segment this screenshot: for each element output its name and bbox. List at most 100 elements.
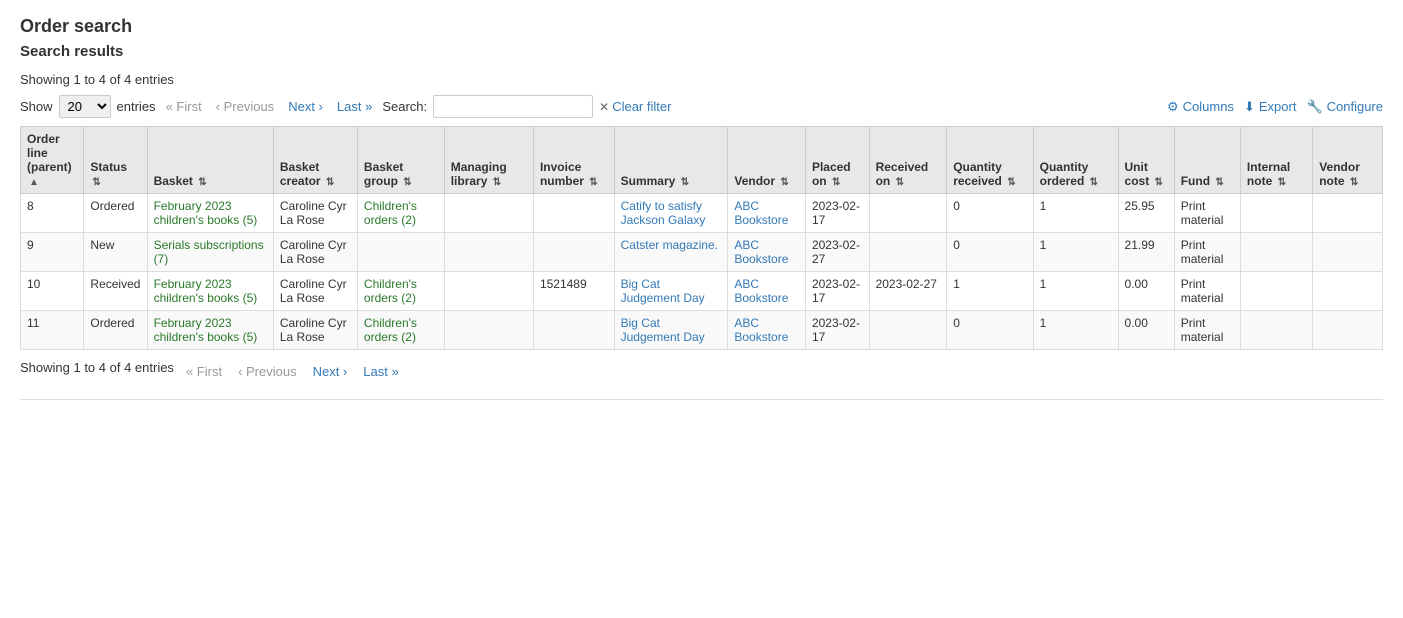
- table-cell[interactable]: February 2023 children's books (5): [147, 194, 273, 233]
- table-link[interactable]: ABC Bookstore: [734, 277, 788, 305]
- search-label: Search:: [382, 99, 427, 114]
- table-cell: Print material: [1174, 311, 1240, 350]
- table-cell[interactable]: Big Cat Judgement Day: [614, 272, 728, 311]
- previous-button-top[interactable]: ‹ Previous: [212, 97, 279, 116]
- table-cell: 2023-02-27: [869, 272, 947, 311]
- configure-button[interactable]: 🔧 Configure: [1306, 99, 1383, 115]
- table-cell: 8: [21, 194, 84, 233]
- export-button[interactable]: ⬇ Export: [1244, 99, 1296, 115]
- table-cell: [1240, 233, 1312, 272]
- table-cell[interactable]: ABC Bookstore: [728, 272, 806, 311]
- table-cell: 2023-02-17: [805, 194, 869, 233]
- table-link[interactable]: ABC Bookstore: [734, 199, 788, 227]
- toolbar: Show 10 20 50 100 entries « First ‹ Prev…: [20, 95, 1383, 118]
- table-cell: 0.00: [1118, 272, 1174, 311]
- first-button-bottom[interactable]: « First: [182, 362, 226, 381]
- show-label: Show: [20, 99, 53, 114]
- table-cell: 9: [21, 233, 84, 272]
- table-link[interactable]: February 2023 children's books (5): [154, 199, 258, 227]
- table-row: 9NewSerials subscriptions (7) Caroline Cy…: [21, 233, 1383, 272]
- table-cell[interactable]: February 2023 children's books (5): [147, 311, 273, 350]
- next-button-bottom[interactable]: Next ›: [309, 362, 352, 381]
- col-managing-library[interactable]: Managing library ⇅: [444, 127, 533, 194]
- table-cell: [1313, 194, 1383, 233]
- col-basket-group[interactable]: Basket group ⇅: [357, 127, 444, 194]
- table-cell: 1: [1033, 194, 1118, 233]
- col-vendor-note[interactable]: Vendor note ⇅: [1313, 127, 1383, 194]
- last-button-bottom[interactable]: Last »: [359, 362, 402, 381]
- table-cell: 2023-02-17: [805, 272, 869, 311]
- table-cell: [1313, 233, 1383, 272]
- table-cell: [869, 194, 947, 233]
- col-placed-on[interactable]: Placed on ⇅: [805, 127, 869, 194]
- table-row: 11OrderedFebruary 2023 children's books …: [21, 311, 1383, 350]
- table-cell: 21.99: [1118, 233, 1174, 272]
- table-cell[interactable]: Big Cat Judgement Day: [614, 311, 728, 350]
- results-table: Order line(parent) ▲ Status ⇅ Basket ⇅ B…: [20, 126, 1383, 350]
- table-cell: 1: [947, 272, 1033, 311]
- col-quantity-ordered[interactable]: Quantity ordered ⇅: [1033, 127, 1118, 194]
- columns-button[interactable]: ⚙ Columns: [1167, 99, 1234, 115]
- table-cell[interactable]: Children's orders (2): [357, 311, 444, 350]
- table-link[interactable]: Big Cat Judgement Day: [621, 277, 705, 305]
- col-vendor[interactable]: Vendor ⇅: [728, 127, 806, 194]
- table-link[interactable]: Serials subscriptions (7): [154, 238, 264, 266]
- table-cell: [1313, 272, 1383, 311]
- col-received-on[interactable]: Received on ⇅: [869, 127, 947, 194]
- table-cell: 11: [21, 311, 84, 350]
- col-basket[interactable]: Basket ⇅: [147, 127, 273, 194]
- export-label: Export: [1259, 99, 1297, 114]
- col-order-line[interactable]: Order line(parent) ▲: [21, 127, 84, 194]
- table-cell[interactable]: ABC Bookstore: [728, 233, 806, 272]
- showing-info-top: Showing 1 to 4 of 4 entries: [20, 72, 1383, 87]
- table-link[interactable]: ABC Bookstore: [734, 238, 788, 266]
- table-cell[interactable]: Children's orders (2): [357, 194, 444, 233]
- table-cell: Print material: [1174, 194, 1240, 233]
- col-summary[interactable]: Summary ⇅: [614, 127, 728, 194]
- search-input[interactable]: [433, 95, 593, 118]
- table-link[interactable]: Catster magazine.: [621, 238, 718, 252]
- wrench-icon: 🔧: [1306, 99, 1322, 115]
- table-link[interactable]: ABC Bookstore: [734, 316, 788, 344]
- table-link[interactable]: Big Cat Judgement Day: [621, 316, 705, 344]
- col-status[interactable]: Status ⇅: [84, 127, 147, 194]
- table-link[interactable]: February 2023 children's books (5): [154, 277, 258, 305]
- last-button-top[interactable]: Last »: [333, 97, 376, 116]
- page-title: Order search: [20, 16, 1383, 37]
- col-basket-creator[interactable]: Basket creator ⇅: [273, 127, 357, 194]
- col-quantity-received[interactable]: Quantity received ⇅: [947, 127, 1033, 194]
- col-fund[interactable]: Fund ⇅: [1174, 127, 1240, 194]
- next-button-top[interactable]: Next ›: [284, 97, 327, 116]
- table-cell: Caroline Cyr La Rose: [273, 233, 357, 272]
- table-cell[interactable]: [357, 233, 444, 272]
- table-cell[interactable]: February 2023 children's books (5): [147, 272, 273, 311]
- table-cell[interactable]: ABC Bookstore: [728, 311, 806, 350]
- previous-button-bottom[interactable]: ‹ Previous: [234, 362, 301, 381]
- first-button-top[interactable]: « First: [162, 97, 206, 116]
- table-link[interactable]: Children's orders (2): [364, 277, 417, 305]
- col-unit-cost[interactable]: Unit cost ⇅: [1118, 127, 1174, 194]
- table-cell: 10: [21, 272, 84, 311]
- entries-select[interactable]: 10 20 50 100: [59, 95, 111, 118]
- table-link[interactable]: Catify to satisfy Jackson Galaxy: [621, 199, 706, 227]
- table-cell[interactable]: Serials subscriptions (7): [147, 233, 273, 272]
- table-cell: [869, 311, 947, 350]
- table-link[interactable]: Children's orders (2): [364, 199, 417, 227]
- table-cell: 2023-02-27: [805, 233, 869, 272]
- clear-filter-button[interactable]: ✕ Clear filter: [599, 99, 671, 114]
- table-cell: New: [84, 233, 147, 272]
- table-cell[interactable]: Catster magazine.: [614, 233, 728, 272]
- columns-label: Columns: [1183, 99, 1234, 114]
- table-link[interactable]: February 2023 children's books (5): [154, 316, 258, 344]
- table-cell[interactable]: Catify to satisfy Jackson Galaxy: [614, 194, 728, 233]
- toolbar-left: Show 10 20 50 100 entries « First ‹ Prev…: [20, 95, 671, 118]
- table-cell[interactable]: Children's orders (2): [357, 272, 444, 311]
- table-cell: [1240, 194, 1312, 233]
- col-internal-note[interactable]: Internal note ⇅: [1240, 127, 1312, 194]
- clear-filter-label: Clear filter: [612, 99, 671, 114]
- table-cell: [1313, 311, 1383, 350]
- col-invoice-number[interactable]: Invoice number ⇅: [533, 127, 614, 194]
- table-link[interactable]: Children's orders (2): [364, 316, 417, 344]
- table-cell: Caroline Cyr La Rose: [273, 194, 357, 233]
- table-cell[interactable]: ABC Bookstore: [728, 194, 806, 233]
